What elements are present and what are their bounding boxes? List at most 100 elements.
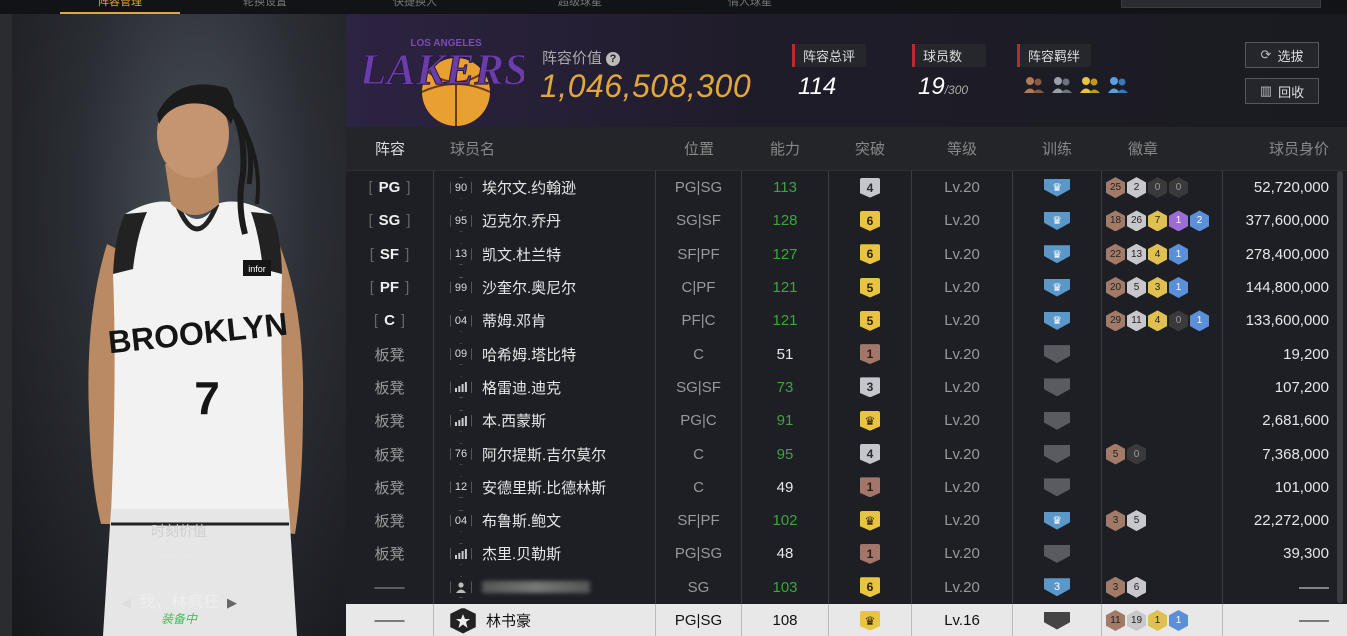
name-cell: 04 布鲁斯.鲍文 bbox=[434, 503, 656, 538]
player-name: 埃尔文.约翰逊 bbox=[482, 180, 577, 198]
card-switcher: ◀ 我，林疯狂 ▶ bbox=[12, 588, 346, 612]
bond-icons[interactable] bbox=[1017, 75, 1129, 100]
badge-silver: 11 bbox=[1127, 310, 1146, 332]
column-header-0[interactable]: 阵容 bbox=[346, 138, 434, 159]
column-header-4[interactable]: 突破 bbox=[828, 138, 912, 159]
tab-3[interactable]: 超级球星 bbox=[520, 0, 640, 14]
badges-cell: 35 bbox=[1102, 504, 1222, 537]
table-row[interactable]: 板凳 04 布鲁斯.鲍文 SF|PF 102 ♛ Lv.20 ♛ 3 5 22,272,000 bbox=[346, 503, 1347, 538]
signal-bars-icon bbox=[450, 376, 472, 399]
table-row[interactable]: PG90埃尔文.约翰逊PG|SG1134Lv.20♛2520052,720,00… bbox=[346, 171, 1347, 205]
level-cell: Lv.20 bbox=[944, 578, 980, 596]
table-row[interactable]: —— 林书豪 PG|SG 108 ♛ Lv.16 11 19 1 1 —— bbox=[346, 603, 1347, 636]
badges-cell bbox=[1102, 337, 1222, 370]
level-cell: Lv.20 bbox=[944, 445, 980, 463]
position-cell: SG bbox=[656, 570, 742, 604]
level-cell: Lv.20 bbox=[944, 378, 980, 396]
lineup-cell: —— bbox=[346, 570, 434, 604]
training-crown-icon: ♛ bbox=[1044, 278, 1070, 297]
help-icon[interactable]: ? bbox=[606, 52, 621, 67]
ability-cell: 49 bbox=[776, 478, 794, 496]
training-empty-icon bbox=[1044, 445, 1070, 464]
next-card-arrow-icon[interactable]: ▶ bbox=[227, 595, 237, 611]
badges-cell: 29 11 4 0 1 bbox=[1102, 304, 1222, 337]
badges-cell: 11 19 1 1 bbox=[1102, 604, 1222, 636]
position-cell: C bbox=[656, 337, 742, 371]
table-row[interactable]: 板凳 76 阿尔提斯.吉尔莫尔 C 95 4 Lv.20 5 0 7,368,000 bbox=[346, 437, 1347, 471]
level-cell: Lv.16 bbox=[944, 612, 980, 629]
badge-bronze: 18 bbox=[1106, 210, 1125, 232]
price-cell: 2,681,600 bbox=[1222, 404, 1347, 438]
table-row[interactable]: C04蒂姆.邓肯PF|C1215Lv.20♛2911401133,600,000 bbox=[346, 304, 1347, 338]
badge-bronze: 3 bbox=[1106, 510, 1125, 532]
lineup-position: PG bbox=[368, 179, 410, 196]
name-cell: 本.西蒙斯 bbox=[434, 404, 656, 438]
column-header-3[interactable]: 能力 bbox=[742, 138, 828, 159]
scout-button[interactable]: ⟳ 选拔 bbox=[1245, 42, 1319, 68]
column-header-8[interactable]: 球员身价 bbox=[1222, 138, 1347, 159]
badge-silver: 5 bbox=[1127, 277, 1146, 299]
tab-2[interactable]: 快捷换人 bbox=[355, 0, 475, 14]
column-header-5[interactable]: 等级 bbox=[912, 138, 1012, 159]
lineup-cell: SF bbox=[346, 237, 434, 271]
scrollbar[interactable] bbox=[1337, 171, 1343, 603]
tab-1[interactable]: 轮换设置 bbox=[205, 0, 325, 14]
badge-dark: 0 bbox=[1127, 443, 1146, 465]
table-row[interactable]: 板凳 09 哈希姆.塔比特 C 51 1 Lv.20 19,200 bbox=[346, 337, 1347, 371]
column-header-6[interactable]: 训练 bbox=[1012, 138, 1102, 159]
ability-cell: 95 bbox=[776, 445, 794, 463]
tab-4[interactable]: 情人球星 bbox=[690, 0, 810, 14]
badge-silver: 6 bbox=[1127, 576, 1146, 598]
recycle-button[interactable]: ▥ 回收 bbox=[1245, 78, 1319, 104]
badge-gold: 4 bbox=[1148, 243, 1167, 265]
lineup-position: SF bbox=[370, 246, 410, 263]
table-row[interactable]: PF99沙奎尔.奥尼尔C|PF1215Lv.20♛20531144,800,00… bbox=[346, 270, 1347, 305]
breakthrough-level: 6 bbox=[860, 210, 880, 231]
tab-0[interactable]: 阵容管理 bbox=[60, 0, 180, 14]
badge-blue: 2 bbox=[1190, 210, 1209, 232]
price-cell: 19,200 bbox=[1222, 337, 1347, 371]
player-name: 阿尔提斯.吉尔莫尔 bbox=[482, 446, 607, 464]
player-rating: 09 bbox=[450, 343, 472, 366]
price-cell: 278,400,000 bbox=[1222, 237, 1347, 271]
table-row[interactable]: 板凳 12 安德里斯.比德林斯 C 49 1 Lv.20 101,000 bbox=[346, 470, 1347, 504]
lineup-header: LOS ANGELES LAKERS 阵容价值? 1,046,508,300 阵… bbox=[346, 14, 1347, 127]
table-row[interactable]: SG95迈克尔.乔丹SG|SF1286Lv.20♛1826712377,600,… bbox=[346, 204, 1347, 238]
player-name: 哈希姆.塔比特 bbox=[482, 346, 577, 364]
badge-gold: 3 bbox=[1148, 277, 1167, 299]
badge-silver: 2 bbox=[1127, 177, 1146, 199]
breakthrough-level: 1 bbox=[860, 543, 880, 564]
lineup-position: 板凳 bbox=[374, 346, 405, 364]
ability-cell: 121 bbox=[772, 279, 798, 297]
lineup-cell: C bbox=[346, 304, 434, 338]
column-header-2[interactable]: 位置 bbox=[656, 138, 742, 159]
badges-cell: 36 bbox=[1102, 571, 1222, 604]
prev-card-arrow-icon[interactable]: ◀ bbox=[121, 595, 131, 611]
badge-bronze: 25 bbox=[1106, 177, 1125, 199]
level-cell: Lv.20 bbox=[944, 512, 980, 530]
bond-gold-icon bbox=[1079, 75, 1101, 100]
training-cell bbox=[1012, 603, 1102, 636]
table-row[interactable]: 板凳 本.西蒙斯 PG|C 91 ♛ Lv.20 2,681,600 bbox=[346, 404, 1347, 438]
top-right-button[interactable] bbox=[1121, 0, 1321, 8]
player-name: 沙奎尔.奥尼尔 bbox=[482, 280, 577, 298]
name-cell: 13 凯文.杜兰特 bbox=[434, 237, 656, 271]
table-row[interactable]: SF13凯文.杜兰特SF|PF1276Lv.20♛221341278,400,0… bbox=[346, 237, 1347, 271]
table-row[interactable]: —— SG 103 6 Lv.20 3 3 6 —— bbox=[346, 570, 1347, 604]
price-cell: 107,200 bbox=[1222, 370, 1347, 405]
player-rating: 04 bbox=[450, 309, 472, 332]
card-name: 我，林疯狂 bbox=[138, 594, 219, 611]
column-header-7[interactable]: 徽章 bbox=[1102, 138, 1222, 159]
name-cell: 林书豪 bbox=[434, 603, 656, 636]
level-cell: Lv.20 bbox=[944, 179, 980, 197]
training-crown-icon: ♛ bbox=[1044, 211, 1070, 230]
ability-cell: 51 bbox=[776, 345, 794, 363]
table-row[interactable]: 板凳 格雷迪.迪克 SG|SF 73 3 Lv.20 107,200 bbox=[346, 370, 1347, 405]
table-row[interactable]: 板凳 杰里.贝勒斯 PG|SG 48 1 Lv.20 39,300 bbox=[346, 537, 1347, 571]
breakthrough-level: 5 bbox=[860, 277, 880, 298]
name-cell: 杰里.贝勒斯 bbox=[434, 537, 656, 571]
player-name: 杰里.贝勒斯 bbox=[482, 546, 562, 564]
training-empty-icon bbox=[1044, 478, 1070, 497]
column-header-1[interactable]: 球员名 bbox=[434, 138, 656, 159]
lineup-position: 板凳 bbox=[374, 513, 405, 531]
